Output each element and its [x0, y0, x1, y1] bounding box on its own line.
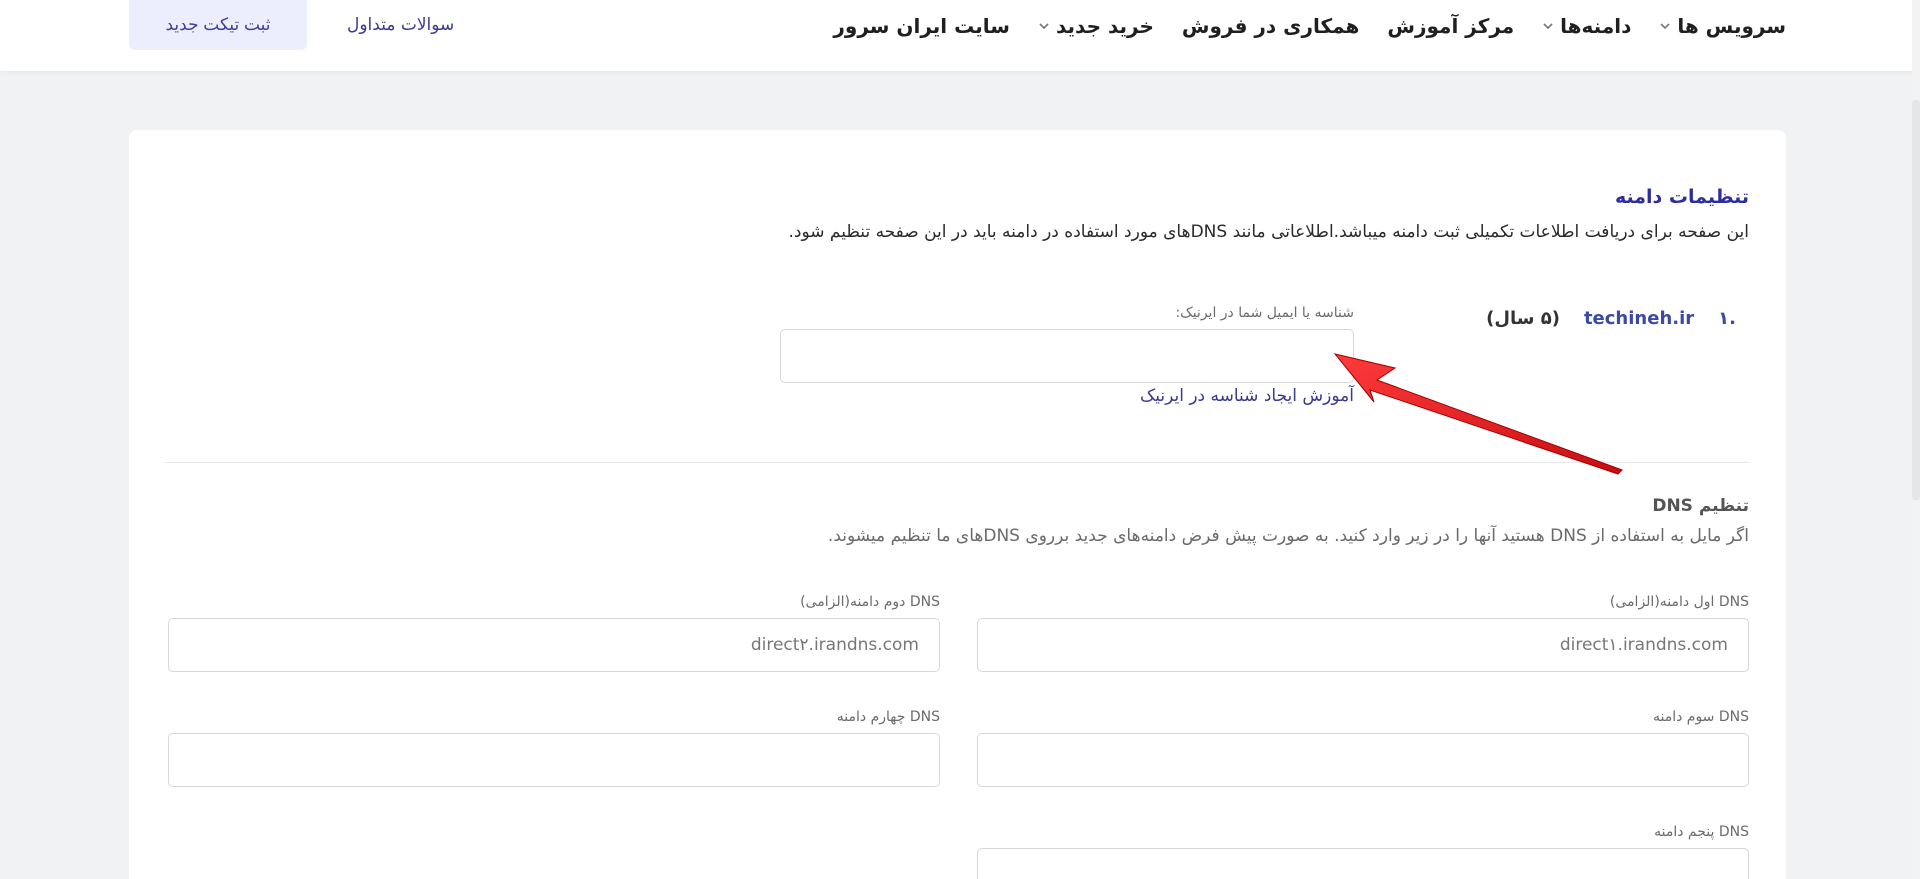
nav-item-label: خرید جدید — [1055, 14, 1154, 38]
page-description: این صفحه برای دریافت اطلاعات تکمیلی ثبت … — [788, 222, 1749, 242]
dns1-input[interactable] — [977, 618, 1749, 672]
dns4-label: DNS چهارم دامنه — [836, 709, 940, 725]
dns2-label: DNS دوم دامنه(الزامی) — [800, 594, 940, 610]
domain-index: .۱ — [1718, 308, 1736, 329]
domain-row: .۱ techineh.ir (۵ سال) — [1486, 308, 1736, 329]
dns3-input[interactable] — [977, 733, 1749, 787]
domain-name: techineh.ir — [1583, 308, 1695, 329]
nav-item-education[interactable]: مرکز آموزش — [1387, 14, 1514, 38]
dns2-input[interactable] — [168, 618, 940, 672]
dns5-input[interactable] — [977, 848, 1749, 879]
nav-item-label: سرویس ها — [1677, 14, 1786, 38]
dns3-label: DNS سوم دامنه — [1652, 709, 1749, 725]
nav-item-services[interactable]: سرویس ها — [1659, 14, 1786, 38]
dns4-input[interactable] — [168, 733, 940, 787]
domain-settings-card: تنظیمات دامنه این صفحه برای دریافت اطلاع… — [129, 130, 1786, 879]
nav-item-label: سایت ایران سرور — [833, 14, 1010, 38]
chevron-down-icon — [1039, 23, 1049, 30]
scrollbar-thumb[interactable] — [1912, 100, 1920, 500]
nav-item-new-purchase[interactable]: خرید جدید — [1038, 14, 1154, 38]
dns5-label: DNS پنجم دامنه — [1654, 824, 1749, 840]
main-menu: سرویس ها دامنه‌ها مرکز آموزش همکاری در ف… — [833, 0, 1786, 52]
page-scrollbar[interactable] — [1912, 0, 1920, 879]
top-navigation: سرویس ها دامنه‌ها مرکز آموزش همکاری در ف… — [0, 0, 1920, 71]
chevron-down-icon — [1543, 23, 1553, 30]
new-ticket-button[interactable]: ثبت تیکت جدید — [129, 0, 307, 50]
divider — [165, 462, 1749, 463]
domain-duration: (۵ سال) — [1486, 308, 1560, 329]
chevron-down-icon — [1660, 23, 1670, 30]
nav-item-label: دامنه‌ها — [1560, 14, 1632, 38]
header-actions: ثبت تیکت جدید سوالات متداول — [129, 0, 454, 50]
faq-link[interactable]: سوالات متداول — [347, 15, 454, 35]
dns1-label: DNS اول دامنه(الزامی) — [1609, 594, 1749, 610]
nav-item-domains[interactable]: دامنه‌ها — [1542, 14, 1631, 38]
dns-section-title: تنظیم DNS — [1652, 496, 1749, 516]
nav-item-affiliate[interactable]: همکاری در فروش — [1182, 14, 1360, 38]
nic-id-input[interactable] — [780, 329, 1354, 383]
dns-section-description: اگر مایل به استفاده از DNS هستید آنها را… — [827, 526, 1749, 546]
nav-item-iranserver-site[interactable]: سایت ایران سرور — [833, 14, 1010, 38]
nic-id-label: شناسه یا ایمیل شما در ایرنیک: — [1175, 305, 1354, 321]
nav-item-label: همکاری در فروش — [1181, 14, 1360, 38]
nav-item-label: مرکز آموزش — [1387, 14, 1515, 38]
page-title: تنظیمات دامنه — [1614, 186, 1749, 208]
nic-help-link[interactable]: آموزش ایجاد شناسه در ایرنیک — [1140, 386, 1354, 406]
